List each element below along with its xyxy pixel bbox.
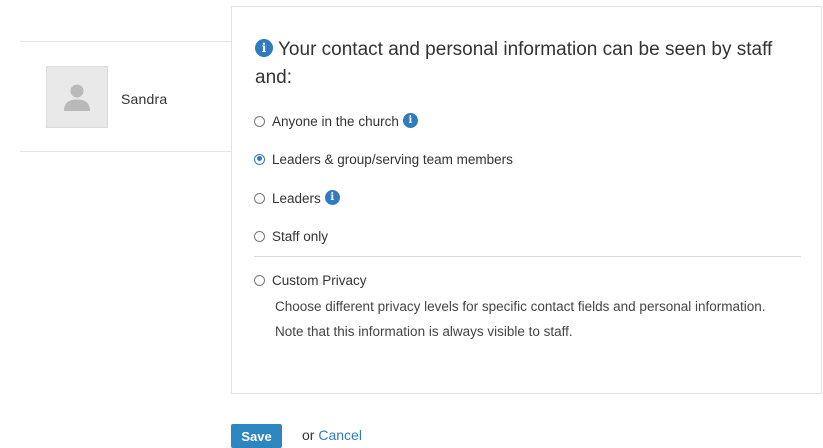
option-leaders-and-members[interactable]: Leaders & group/serving team members xyxy=(254,148,513,170)
option-leaders[interactable]: Leaders i xyxy=(254,187,340,209)
radio-staff-only[interactable] xyxy=(254,230,265,242)
option-label: Custom Privacy xyxy=(272,272,367,288)
user-name: Sandra xyxy=(121,91,168,107)
or-cancel: or Cancel xyxy=(302,427,362,443)
option-anyone-in-church[interactable]: Anyone in the church i xyxy=(254,110,418,132)
radio-leaders[interactable] xyxy=(254,192,265,204)
save-button[interactable]: Save xyxy=(231,424,282,448)
privacy-heading-text: Your contact and personal information ca… xyxy=(255,39,773,88)
info-icon: i xyxy=(255,38,273,57)
or-text: or xyxy=(302,427,315,443)
privacy-heading: i Your contact and personal information c… xyxy=(255,36,795,92)
info-icon[interactable]: i xyxy=(402,112,418,128)
cancel-link[interactable]: Cancel xyxy=(318,427,362,443)
radio-leaders-and-members[interactable] xyxy=(254,153,265,165)
radio-anyone-in-church[interactable] xyxy=(254,115,265,127)
option-custom-privacy[interactable]: Custom Privacy xyxy=(254,269,367,291)
avatar xyxy=(46,66,108,128)
option-label: Anyone in the church xyxy=(272,113,399,129)
info-icon[interactable]: i xyxy=(324,189,340,205)
privacy-panel: i Your contact and personal information c… xyxy=(231,6,822,394)
user-silhouette-icon xyxy=(64,84,90,111)
profile-card: Sandra xyxy=(20,41,231,152)
custom-privacy-description: Choose different privacy levels for spec… xyxy=(275,299,766,339)
option-label: Leaders & group/serving team members xyxy=(272,151,513,167)
divider xyxy=(254,256,801,257)
option-staff-only[interactable]: Staff only xyxy=(254,225,328,247)
option-label: Leaders xyxy=(272,190,321,206)
radio-custom-privacy[interactable] xyxy=(254,274,265,286)
option-label: Staff only xyxy=(272,228,329,244)
